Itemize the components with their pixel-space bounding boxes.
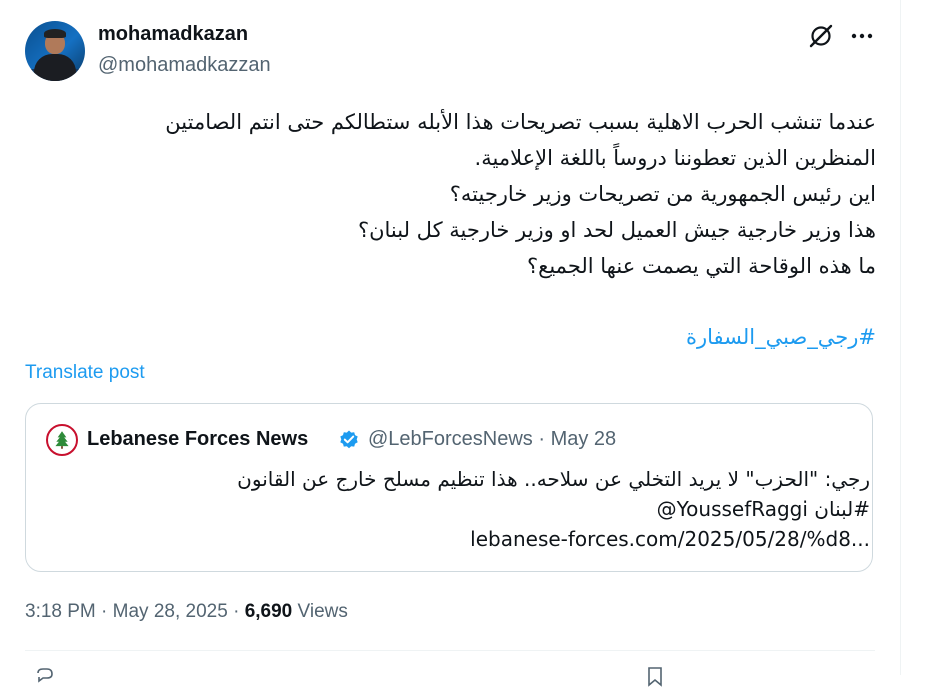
views-count: 6,690 [244,601,293,622]
tweet-line: عندما تنشب الحرب الاهلية بسبب تصريحات هذ… [165,110,876,134]
quoted-mention: @YoussefRaggi [656,497,808,521]
quoted-post-text: رجي: "الحزب" لا يريد التخلي عن سلاحه.. ه… [46,464,870,554]
quoted-author-handle: @LebForcesNews [368,428,533,450]
bookmark-icon[interactable] [644,665,666,687]
translate-post-link[interactable]: Translate post [25,362,145,384]
verified-badge-icon [340,430,358,449]
views-label: Views [292,601,348,622]
quoted-hashtag: #لبنان [814,497,870,521]
meta-separator: · [227,601,245,622]
post-meta: 3:18 PM · May 28, 2025 · 6,690 Views [25,601,348,623]
more-options-icon[interactable] [848,22,876,50]
quoted-author-meta: @LebForcesNews · May 28 [368,428,616,451]
lebanese-forces-logo [46,424,78,456]
tweet-line: اين رئيس الجمهورية من تصريحات وزير خارجي… [449,182,876,206]
author-handle[interactable]: @mohamadkazzan [98,54,271,77]
author-name[interactable]: mohamadkazan [98,23,248,46]
quoted-text-line: #لبنان @YoussefRaggi [46,494,870,524]
grok-icon[interactable] [808,23,834,49]
tweet-line: المنظرين الذين تعطوننا دروساً باللغة الإ… [474,146,876,170]
quoted-post-card[interactable]: Lebanese Forces News @LebForcesNews · Ma… [25,403,873,572]
post-date[interactable]: May 28, 2025 [113,601,228,622]
tweet-line: ما هذه الوقاحة التي يصمت عنها الجميع؟ [527,254,876,278]
actions-divider [25,650,875,651]
post-time[interactable]: 3:18 PM [25,601,96,622]
quoted-author-name: Lebanese Forces News [87,428,309,450]
tweet-text: عندما تنشب الحرب الاهلية بسبب تصريحات هذ… [30,104,876,284]
post-detail: mohamadkazan @mohamadkazzan عندما تنشب ا… [0,0,900,687]
author-avatar[interactable] [25,21,85,81]
reply-icon[interactable] [34,665,56,687]
quoted-link-text: lebanese-forces.com/2025/05/28/%d8... [470,527,870,551]
quoted-text-line: رجي: "الحزب" لا يريد التخلي عن سلاحه.. ه… [237,467,870,491]
meta-separator: · [532,428,551,450]
meta-separator: · [95,601,113,622]
quoted-link: lebanese-forces.com/2025/05/28/%d8... [46,524,870,554]
quoted-post-date: May 28 [550,428,617,450]
right-column-border [900,0,901,675]
hashtag-link[interactable]: #رجي_صبي_السفارة [30,320,876,354]
tweet-line: هذا وزير خارجية جيش العميل لحد او وزير خ… [357,218,876,242]
